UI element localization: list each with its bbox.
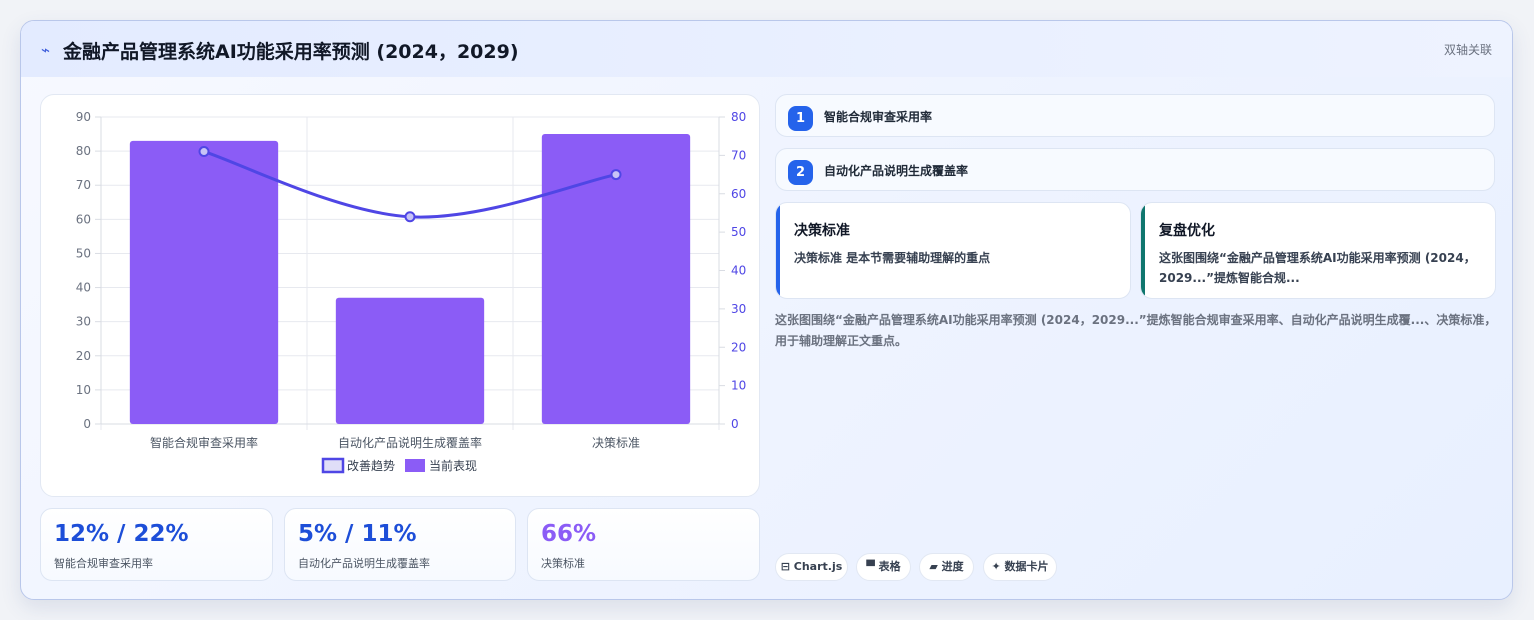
y-right-tick-label: 70 (731, 148, 746, 162)
step-item: 2 自动化产品说明生成覆盖率 (775, 148, 1495, 191)
y-left-tick-label: 30 (76, 315, 91, 329)
kpi-card: 66% 决策标准 (527, 508, 760, 581)
note-card: 复盘优化 这张图围绕“金融产品管理系统AI功能采用率预测 (2024，2029.… (1140, 202, 1496, 299)
chip-table[interactable]: ▀ 表格 (856, 553, 911, 581)
sparkle-icon: ✦ (991, 560, 1001, 573)
summary-text: 这张图围绕“金融产品管理系统AI功能采用率预测 (2024，2029...”提炼… (775, 313, 1497, 348)
y-left-tick-label: 60 (76, 212, 91, 226)
y-right-tick-label: 0 (731, 417, 739, 431)
y-right-tick-label: 50 (731, 225, 746, 239)
chip-progress[interactable]: ▰ 进度 (919, 553, 974, 581)
bar (335, 297, 485, 424)
bolt-icon: ⌁ (41, 41, 51, 59)
chip-data-card[interactable]: ✦ 数据卡片 (983, 553, 1057, 581)
bar (129, 140, 279, 424)
kpi-label: 自动化产品说明生成覆盖率 (298, 557, 430, 570)
note-accent (1141, 203, 1145, 298)
note-card: 决策标准 决策标准 是本节需要辅助理解的重点 (775, 202, 1131, 299)
legend-swatch-bar (405, 459, 425, 472)
kpi-label: 决策标准 (541, 557, 585, 570)
y-right-tick-label: 40 (731, 264, 746, 278)
chip-label: 进度 (941, 560, 964, 573)
kpi-card: 12% / 22% 智能合规审查采用率 (40, 508, 273, 581)
dual-axis-tag: 双轴关联 (1443, 43, 1492, 57)
note-body: 决策标准 是本节需要辅助理解的重点 (794, 251, 991, 265)
y-left-tick-label: 10 (76, 383, 91, 397)
table-icon: ▀ (866, 560, 875, 573)
kpi-label: 智能合规审查采用率 (54, 557, 153, 570)
note-accent (776, 203, 780, 298)
y-right-tick-label: 80 (731, 110, 746, 124)
step-number: 2 (788, 160, 813, 185)
legend-swatch-line (321, 457, 345, 474)
x-tick-label: 决策标准 (592, 436, 640, 450)
kpi-card: 5% / 11% 自动化产品说明生成覆盖率 (284, 508, 516, 581)
y-right-tick-label: 60 (731, 187, 746, 201)
note-title: 复盘优化 (1159, 223, 1215, 239)
y-right-tick-label: 30 (731, 302, 746, 316)
legend-label: 当前表现 (429, 458, 477, 473)
x-tick-label: 智能合规审查采用率 (150, 435, 258, 450)
y-right-tick-label: 10 (731, 379, 746, 393)
chart-card: ⌁ 金融产品管理系统AI功能采用率预测 (2024，2029) 双轴关联 0 10… (20, 20, 1513, 600)
card-header: ⌁ 金融产品管理系统AI功能采用率预测 (2024，2029) 双轴关联 (21, 21, 1512, 77)
kpi-value: 5% / 11% (298, 521, 417, 547)
trend-point (198, 146, 210, 158)
kpi-value: 66% (541, 521, 597, 547)
trend-point (404, 211, 416, 223)
trend-point (610, 169, 622, 181)
legend-label: 改善趋势 (347, 458, 395, 473)
chip-chartjs[interactable]: ⊟ Chart.js (775, 553, 848, 581)
progress-icon: ▰ (929, 560, 938, 573)
chip-label: 数据卡片 (1004, 560, 1049, 573)
y-left-tick-label: 40 (76, 281, 91, 295)
x-tick-label: 自动化产品说明生成覆盖率 (338, 435, 482, 450)
y-left-tick-label: 80 (76, 144, 91, 158)
chip-label: 表格 (878, 560, 901, 573)
y-right-tick-label: 20 (731, 340, 746, 354)
step-item: 1 智能合规审查采用率 (775, 94, 1495, 137)
y-left-tick-label: 0 (83, 417, 91, 431)
chart-panel: 0 10 20 30 40 50 60 70 80 90 0 10 20 30 40 50 60 70 80 智能合规… (40, 94, 760, 497)
page-title: 金融产品管理系统AI功能采用率预测 (2024，2029) (63, 41, 519, 63)
y-left-tick-label: 90 (76, 110, 91, 124)
y-left-tick-label: 70 (76, 178, 91, 192)
step-text: 自动化产品说明生成覆盖率 (824, 164, 969, 178)
note-body: 这张图围绕“金融产品管理系统AI功能采用率预测 (2024，2029...”提炼… (1159, 251, 1476, 285)
chart-icon: ⊟ (780, 560, 790, 573)
chart-svg: 0 10 20 30 40 50 60 70 80 90 0 10 20 30 40 50 60 70 80 智能合规… (76, 110, 746, 474)
step-text: 智能合规审查采用率 (824, 110, 933, 124)
kpi-value: 12% / 22% (54, 521, 189, 547)
y-left-tick-label: 50 (76, 246, 91, 260)
y-left-tick-label: 20 (76, 349, 91, 363)
note-title: 决策标准 (794, 223, 850, 239)
step-number: 1 (788, 106, 813, 131)
chip-label: Chart.js (793, 560, 843, 573)
